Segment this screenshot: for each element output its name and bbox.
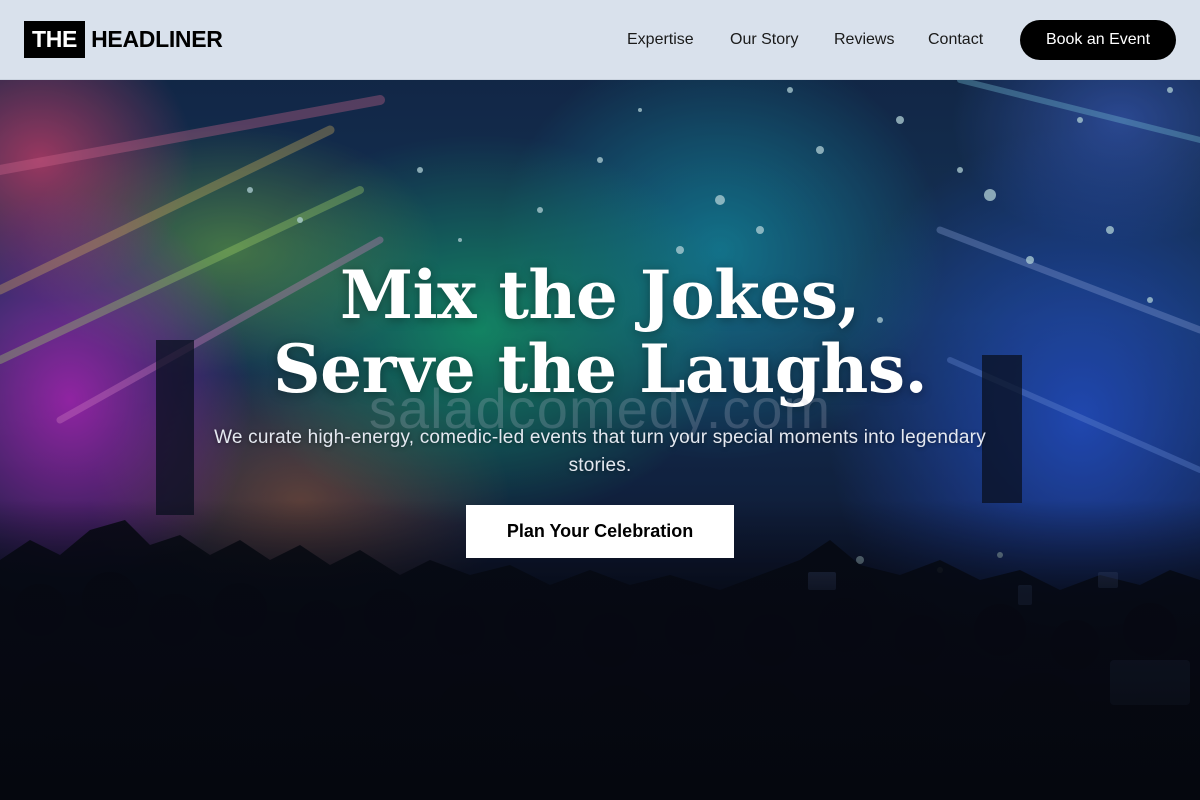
top-navigation-bar: THE HEADLINER Expertise Our Story Review…	[0, 0, 1200, 80]
plan-your-celebration-button[interactable]: Plan Your Celebration	[466, 505, 734, 558]
brand-logo[interactable]: THE HEADLINER	[24, 21, 223, 58]
hero-subtext: We curate high-energy, comedic-led event…	[214, 427, 986, 476]
nav-link-contact[interactable]: Contact	[928, 29, 983, 51]
hero-headline-line-1: Mix the Jokes,	[339, 256, 861, 334]
book-an-event-button[interactable]: Book an Event	[1020, 20, 1176, 60]
nav-link-reviews[interactable]: Reviews	[834, 29, 894, 51]
logo-name-text: HEADLINER	[91, 26, 223, 52]
nav-link-our-story[interactable]: Our Story	[730, 29, 798, 51]
nav-link-expertise[interactable]: Expertise	[627, 29, 694, 51]
logo-box-text: THE	[24, 21, 86, 58]
